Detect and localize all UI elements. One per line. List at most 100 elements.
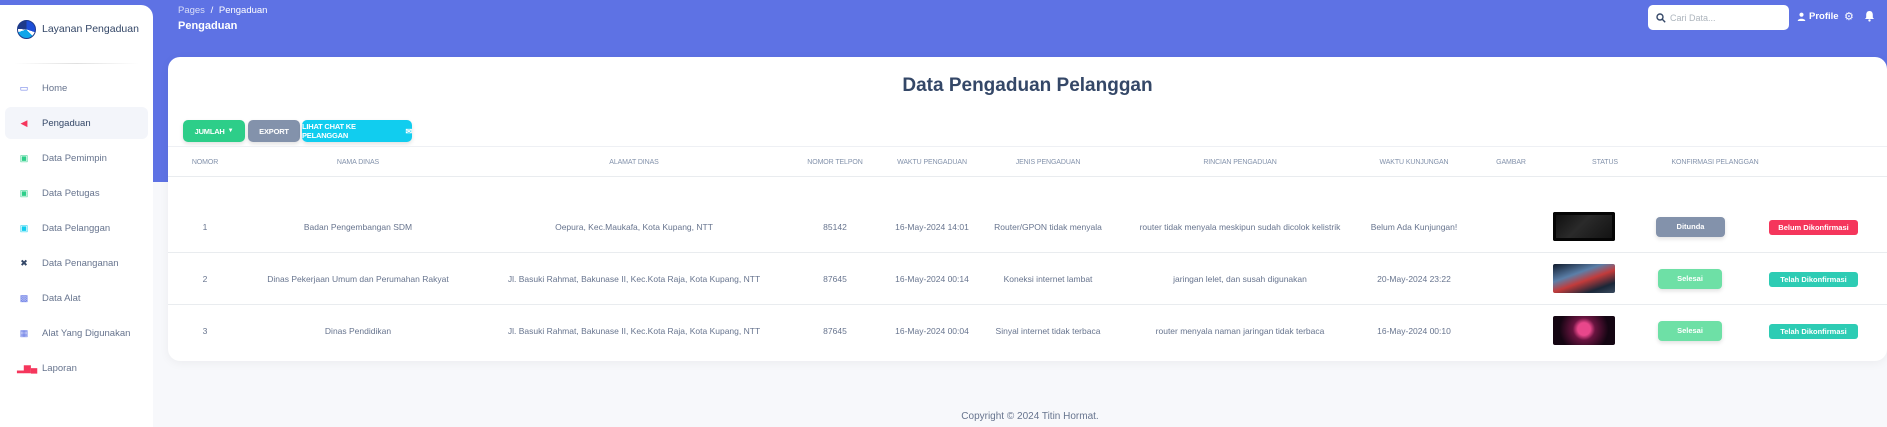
- table-header: NOMOR NAMA DINAS ALAMAT DINAS NOMOR TELP…: [168, 146, 1887, 177]
- sidebar-item-pengaduan[interactable]: ◀ Pengaduan: [5, 107, 148, 139]
- cell-nomor: 2: [202, 274, 208, 284]
- column-header: WAKTU PENGADUAN: [897, 159, 967, 166]
- export-button[interactable]: EXPORT: [248, 120, 300, 142]
- sidebar-item-label: Data Alat: [42, 292, 81, 304]
- tools-icon: ✖: [20, 257, 28, 268]
- column-header: WAKTU KUNJUNGAN: [1379, 159, 1449, 166]
- cell-rincian: router tidak menyala meskipun sudah dico…: [1139, 222, 1341, 232]
- confirmation-badge: Telah Dikonfirmasi: [1769, 324, 1858, 339]
- sidebar-item-label: Data Petugas: [42, 187, 100, 199]
- brand-name: Layanan Pengaduan: [42, 23, 139, 35]
- briefcase-icon: ▣: [19, 152, 29, 163]
- view-chat-button[interactable]: LIHAT CHAT KE PELANGGAN ✉: [302, 120, 412, 142]
- table-row: 1 Badan Pengembangan SDM Oepura, Kec.Mau…: [168, 201, 1887, 253]
- confirmation-badge: Telah Dikonfirmasi: [1769, 272, 1858, 287]
- cell-alamat: Jl. Basuki Rahmat, Bakunase II, Kec.Kota…: [507, 274, 761, 284]
- sidebar-divider: [14, 63, 139, 64]
- breadcrumb-parent[interactable]: Pages: [178, 5, 205, 16]
- sidebar-item-data-pemimpin[interactable]: ▣ Data Pemimpin: [5, 142, 148, 174]
- search-icon: [1656, 12, 1666, 23]
- cell-nomor: 1: [202, 222, 208, 232]
- breadcrumb: Pages / Pengaduan: [178, 5, 267, 16]
- complaints-card: Data Pengaduan Pelanggan JUMLAH ▼ EXPORT…: [168, 57, 1887, 361]
- search-box[interactable]: [1648, 5, 1789, 30]
- sidebar-item-data-pelanggan[interactable]: ▣ Data Pelanggan: [5, 212, 148, 244]
- column-header: NOMOR: [191, 159, 219, 166]
- briefcase-icon: ▣: [19, 187, 29, 198]
- complaint-image[interactable]: [1553, 316, 1615, 345]
- column-header: GAMBAR: [1496, 159, 1526, 166]
- page-title: Pengaduan: [178, 20, 238, 32]
- sidebar-item-alat-yang-digunakan[interactable]: ▦ Alat Yang Digunakan: [5, 317, 148, 349]
- breadcrumb-separator: /: [210, 5, 214, 16]
- cell-jenis: Koneksi internet lambat: [1003, 274, 1093, 284]
- cell-jenis: Router/GPON tidak menyala: [994, 222, 1102, 232]
- cell-waktu-kunjungan: Belum Ada Kunjungan!: [1370, 222, 1458, 232]
- cell-waktu-pengaduan: 16-May-2024 00:04: [895, 326, 969, 336]
- cell-waktu-pengaduan: 16-May-2024 14:01: [895, 222, 969, 232]
- column-header: NAMA DINAS: [336, 159, 380, 166]
- sidebar-item-label: Alat Yang Digunakan: [42, 327, 131, 339]
- column-header: ALAMAT DINAS: [609, 159, 659, 166]
- cell-nama-dinas: Dinas Pekerjaan Umum dan Perumahan Rakya…: [267, 274, 449, 284]
- logo-icon: [17, 19, 36, 39]
- breadcrumb-current: Pengaduan: [218, 5, 268, 16]
- cell-telpon: 87645: [823, 274, 847, 284]
- cell-alamat: Jl. Basuki Rahmat, Bakunase II, Kec.Kota…: [507, 326, 761, 336]
- sidebar-item-data-alat[interactable]: ▩ Data Alat: [5, 282, 148, 314]
- sidebar-item-data-penanganan[interactable]: ✖ Data Penanganan: [5, 247, 148, 279]
- profile-label: Profile: [1809, 11, 1839, 22]
- column-header: JENIS PENGADUAN: [1015, 159, 1081, 166]
- cell-telpon: 87645: [823, 326, 847, 336]
- column-header: NOMOR TELPON: [807, 159, 863, 166]
- cell-waktu-kunjungan: 20-May-2024 23:22: [1377, 274, 1451, 284]
- sidebar-item-label: Home: [42, 82, 68, 94]
- gear-icon[interactable]: ⚙: [1844, 10, 1854, 23]
- sidebar-item-label: Data Pelanggan: [42, 222, 111, 234]
- card-title: Data Pengaduan Pelanggan: [902, 75, 1153, 96]
- briefcase-icon: ▣: [19, 222, 29, 233]
- table-row: 2 Dinas Pekerjaan Umum dan Perumahan Rak…: [168, 253, 1887, 305]
- cell-nomor: 3: [202, 326, 208, 336]
- complaint-image[interactable]: [1553, 212, 1615, 241]
- comments-icon: ✉: [405, 126, 412, 136]
- sidebar-item-data-petugas[interactable]: ▣ Data Petugas: [5, 177, 148, 209]
- bar-chart-icon: ▂▆▄: [17, 362, 38, 373]
- monitor-icon: ▭: [19, 82, 29, 93]
- sidebar-item-label: Data Pemimpin: [42, 152, 107, 164]
- sidebar-item-laporan[interactable]: ▂▆▄ Laporan: [5, 352, 148, 384]
- column-header: KONFIRMASI PELANGGAN: [1671, 159, 1759, 166]
- cell-jenis: Sinyal internet tidak terbaca: [995, 326, 1101, 336]
- footer-copyright: Copyright © 2024 Titin Hormat.: [961, 411, 1099, 422]
- cell-waktu-pengaduan: 16-May-2024 00:14: [895, 274, 969, 284]
- jumlah-label: JUMLAH: [194, 126, 225, 136]
- column-header: STATUS: [1592, 159, 1618, 166]
- column-header: RINCIAN PENGADUAN: [1203, 159, 1277, 166]
- table-row: 3 Dinas Pendidikan Jl. Basuki Rahmat, Ba…: [168, 305, 1887, 357]
- profile-link[interactable]: Profile: [1797, 11, 1839, 22]
- status-button[interactable]: Selesai: [1658, 269, 1722, 289]
- confirmation-badge: Belum Dikonfirmasi: [1769, 220, 1858, 235]
- cell-nama-dinas: Badan Pengembangan SDM: [303, 222, 413, 232]
- bell-icon[interactable]: [1864, 10, 1875, 25]
- cell-nama-dinas: Dinas Pendidikan: [324, 326, 392, 336]
- megaphone-icon: ◀: [20, 117, 28, 128]
- status-button[interactable]: Ditunda: [1656, 217, 1725, 237]
- gift-icon: ▦: [19, 327, 29, 338]
- sidebar-item-label: Data Penanganan: [42, 257, 119, 269]
- status-button[interactable]: Selesai: [1658, 321, 1722, 341]
- view-chat-label: LIHAT CHAT KE PELANGGAN: [302, 122, 356, 140]
- cell-telpon: 85142: [823, 222, 847, 232]
- cell-waktu-kunjungan: 16-May-2024 00:10: [1377, 326, 1451, 336]
- search-input[interactable]: [1670, 12, 1780, 23]
- complaint-image[interactable]: [1553, 264, 1615, 293]
- brand[interactable]: Layanan Pengaduan: [0, 5, 153, 53]
- cell-rincian: jaringan lelet, dan susah digunakan: [1173, 274, 1307, 284]
- cell-rincian: router menyala naman jaringan tidak terb…: [1155, 326, 1325, 336]
- user-icon: [1797, 12, 1806, 21]
- sidebar-item-home[interactable]: ▭ Home: [5, 72, 148, 104]
- jumlah-button[interactable]: JUMLAH ▼: [183, 120, 245, 142]
- sidebar: Layanan Pengaduan ▭ Home ◀ Pengaduan ▣ D…: [0, 5, 153, 427]
- cell-alamat: Oepura, Kec.Maukafa, Kota Kupang, NTT: [555, 222, 713, 232]
- chevron-down-icon: ▼: [227, 128, 234, 134]
